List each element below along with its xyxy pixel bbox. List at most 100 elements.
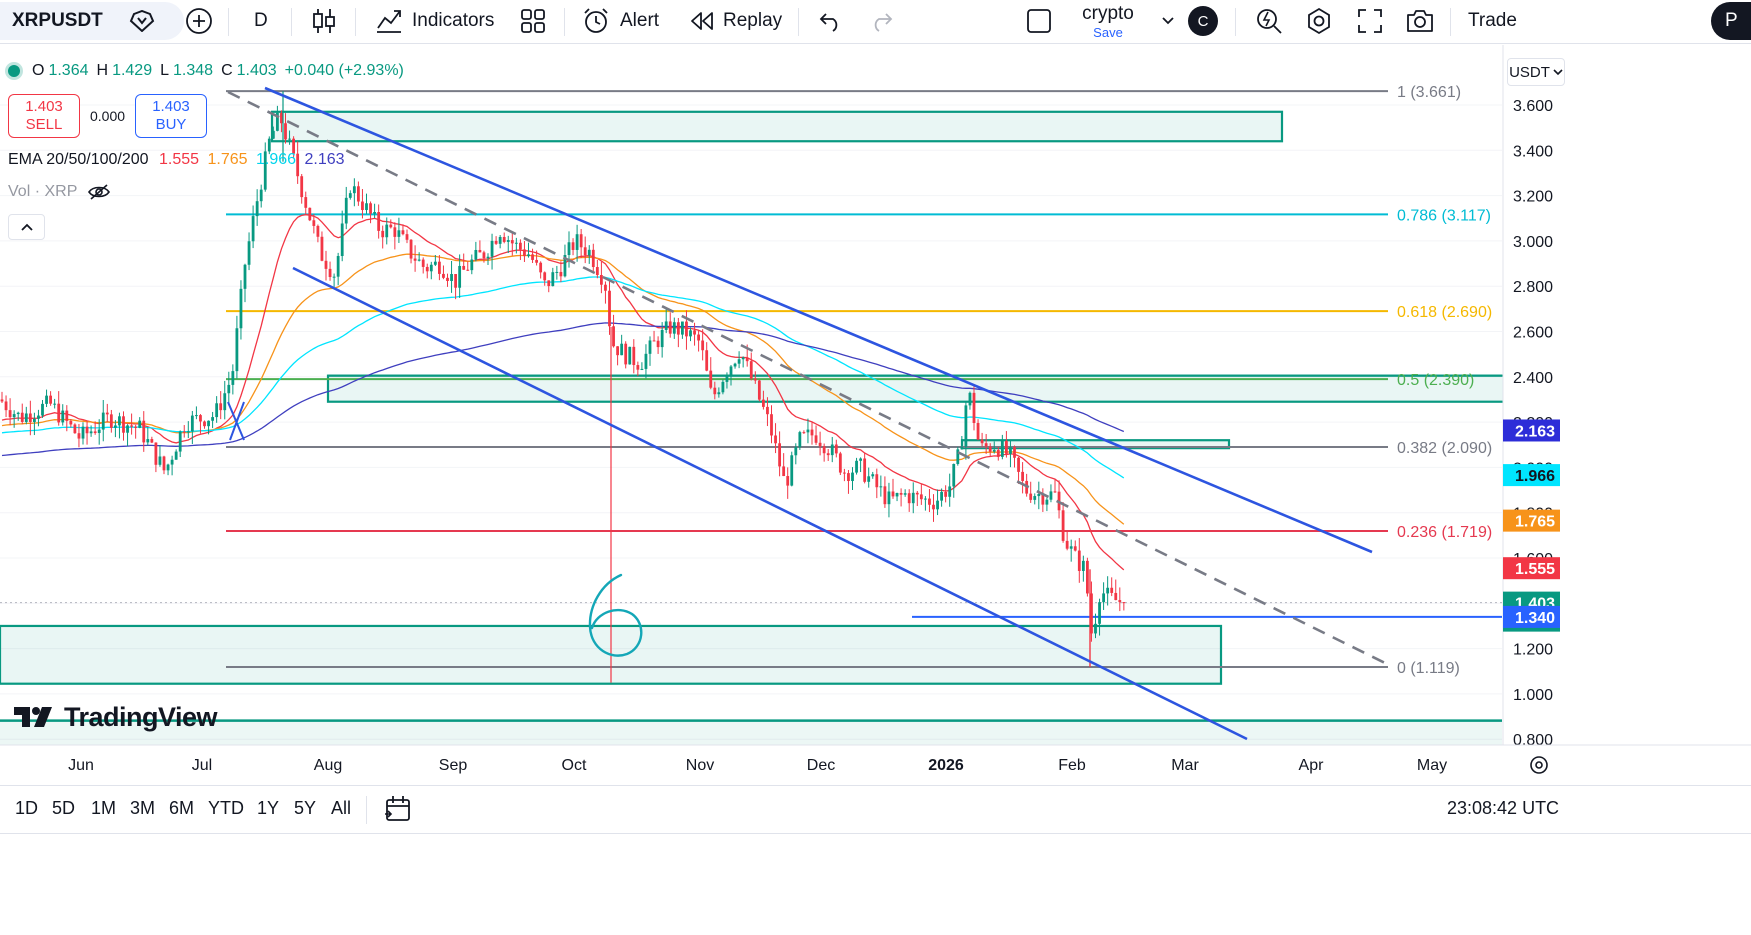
candle-body bbox=[377, 212, 381, 231]
range-1y[interactable]: 1Y bbox=[257, 798, 279, 819]
range-all[interactable]: All bbox=[331, 798, 351, 819]
range-5d[interactable]: 5D bbox=[52, 798, 75, 819]
interval-button[interactable]: D bbox=[254, 0, 268, 42]
candle-body bbox=[741, 357, 745, 360]
range-1d[interactable]: 1D bbox=[15, 798, 38, 819]
candle-body bbox=[604, 284, 607, 291]
go-to-date-button[interactable] bbox=[384, 794, 412, 829]
ema100-value: 1.966 bbox=[256, 151, 297, 168]
candle-body bbox=[1021, 471, 1024, 481]
candle-body bbox=[466, 269, 470, 271]
range-5y[interactable]: 5Y bbox=[294, 798, 316, 819]
replay-button[interactable]: Replay bbox=[690, 0, 782, 42]
collapse-legend-button[interactable] bbox=[8, 214, 45, 240]
candle-body bbox=[478, 249, 482, 253]
candle-body bbox=[77, 433, 81, 439]
top-toolbar: XRPUSDT D Indicators Alert Replay crypto… bbox=[0, 0, 1751, 44]
sell-button[interactable]: 1.403 SELL bbox=[8, 94, 80, 138]
candle-body bbox=[373, 212, 376, 214]
time-tick-label: Jun bbox=[68, 757, 94, 774]
tradingview-logo[interactable]: TradingView bbox=[12, 700, 218, 734]
candle-body bbox=[668, 321, 672, 334]
currency-select[interactable]: USDT bbox=[1507, 58, 1565, 86]
candle-body bbox=[482, 252, 486, 259]
candle-body bbox=[944, 491, 948, 497]
candle-body bbox=[810, 429, 814, 436]
fullscreen-icon bbox=[1358, 9, 1382, 33]
volume-legend[interactable]: Vol · XRP bbox=[8, 183, 111, 201]
timezone-clock[interactable]: 23:08:42 UTC bbox=[1447, 798, 1559, 819]
candle-body bbox=[757, 380, 761, 400]
symbol-search[interactable]: XRPUSDT bbox=[0, 2, 184, 40]
price-tick-label: 3.200 bbox=[1513, 189, 1553, 206]
candle-body bbox=[514, 242, 518, 244]
candle-body bbox=[903, 493, 907, 495]
range-6m[interactable]: 6M bbox=[169, 798, 194, 819]
hidden-eye-icon[interactable] bbox=[87, 183, 111, 201]
candle-body bbox=[271, 130, 275, 139]
support-resistance-zone bbox=[270, 110, 1284, 143]
candle-body bbox=[543, 272, 547, 281]
candle-body bbox=[138, 420, 142, 428]
ema-legend[interactable]: EMA 20/50/100/200 1.555 1.765 1.966 2.16… bbox=[8, 151, 345, 169]
candle-body bbox=[996, 449, 1000, 457]
toolbar-divider bbox=[1450, 8, 1451, 36]
alert-button[interactable]: Alert bbox=[582, 0, 659, 42]
range-ytd[interactable]: YTD bbox=[208, 798, 244, 819]
candle-body bbox=[717, 392, 721, 395]
indicator-templates-button[interactable] bbox=[520, 0, 546, 42]
interval-label: D bbox=[254, 10, 268, 31]
candle-body bbox=[1118, 600, 1122, 603]
account-button[interactable]: C bbox=[1188, 0, 1218, 42]
toolbar-divider bbox=[1235, 8, 1236, 36]
candle-body bbox=[976, 422, 980, 440]
candle-body bbox=[802, 432, 806, 434]
layout-menu-button[interactable] bbox=[1161, 0, 1175, 42]
fib-level-label: 1 (3.661) bbox=[1397, 84, 1461, 101]
chart-style-button[interactable] bbox=[311, 0, 337, 42]
layout-select-button[interactable] bbox=[1025, 0, 1053, 42]
ohlc-legend[interactable]: O 1.364 H 1.429 L 1.348 C 1.403 +0.040 (+2.9… bbox=[8, 62, 404, 80]
candle-body bbox=[215, 403, 219, 418]
candle-body bbox=[847, 473, 850, 482]
indicators-button[interactable]: Indicators bbox=[375, 0, 494, 42]
high-label: H bbox=[96, 62, 109, 79]
publish-button[interactable]: P bbox=[1711, 2, 1751, 40]
candle-body bbox=[498, 236, 502, 244]
undo-button[interactable] bbox=[818, 0, 844, 42]
fib-level-label: 0.786 (3.117) bbox=[1397, 207, 1491, 224]
bottom-toolbar: 1D 5D 1M 3M 6M YTD 1Y 5Y All 23:08:42 UT… bbox=[0, 785, 1751, 833]
range-1m[interactable]: 1M bbox=[91, 798, 116, 819]
fullscreen-button[interactable] bbox=[1357, 0, 1383, 42]
candle-body bbox=[421, 259, 425, 267]
price-tick-label: 3.600 bbox=[1513, 98, 1553, 115]
candle-body bbox=[640, 368, 644, 370]
candle-body bbox=[887, 491, 891, 505]
candle-body bbox=[770, 414, 773, 436]
snapshot-button[interactable] bbox=[1405, 0, 1435, 42]
candle-body bbox=[867, 476, 871, 482]
candle-body bbox=[450, 274, 453, 282]
candle-body bbox=[16, 412, 20, 415]
compare-symbol-button[interactable] bbox=[185, 0, 213, 42]
price-tick-label: 2.600 bbox=[1513, 325, 1553, 342]
candle-body bbox=[247, 241, 251, 265]
indicators-icon bbox=[377, 10, 401, 33]
trade-button[interactable]: Trade bbox=[1468, 0, 1517, 42]
buy-button[interactable]: 1.403 BUY bbox=[135, 94, 207, 138]
candle-body bbox=[794, 447, 798, 456]
candle-body bbox=[1049, 491, 1053, 500]
candle-body bbox=[1005, 440, 1008, 454]
market-status-icon bbox=[8, 65, 20, 77]
gear-icon bbox=[1308, 7, 1330, 35]
candle-body bbox=[486, 256, 490, 259]
layout-name-button[interactable]: crypto Save bbox=[1076, 0, 1140, 42]
range-3m[interactable]: 3M bbox=[130, 798, 155, 819]
settings-button[interactable] bbox=[1305, 0, 1333, 42]
quick-search-button[interactable] bbox=[1254, 0, 1284, 42]
ticker-icon[interactable] bbox=[129, 10, 155, 32]
candle-body bbox=[348, 193, 352, 198]
time-tick-label: Sep bbox=[439, 757, 468, 774]
candle-body bbox=[733, 363, 737, 367]
redo-button[interactable] bbox=[868, 0, 894, 42]
